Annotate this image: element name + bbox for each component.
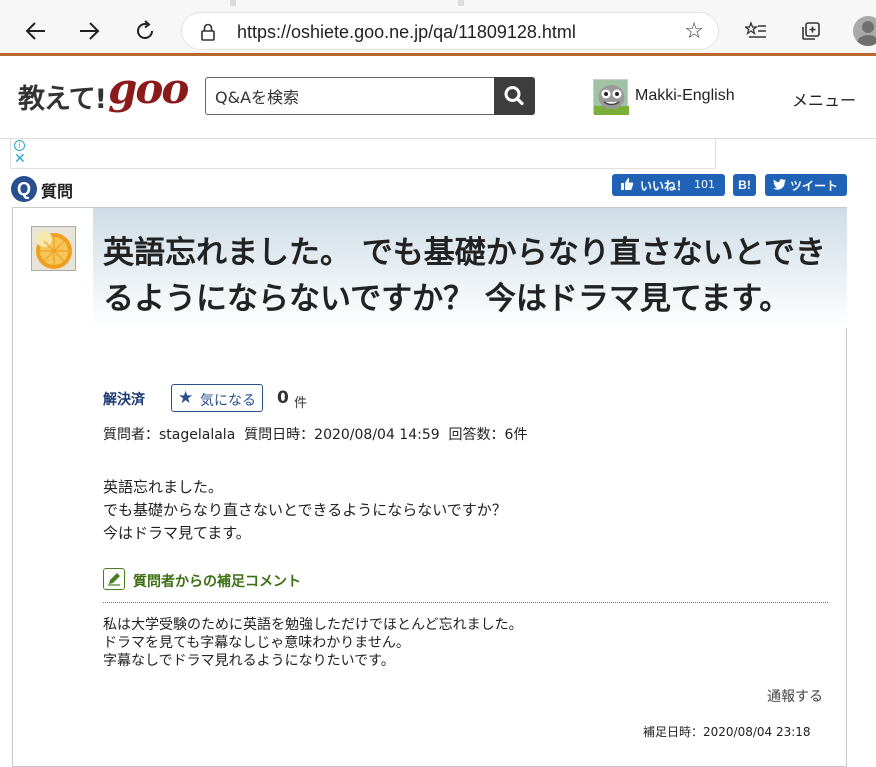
supplement-line: ドラマを見ても字幕なしじゃ意味わかりません。 bbox=[103, 635, 410, 651]
question-title: 英語忘れました。 でも基礎からなり直さないとできるようにならないですか？ 今はド… bbox=[103, 235, 826, 317]
favorites-list-icon bbox=[745, 21, 766, 38]
back-button[interactable] bbox=[20, 16, 50, 46]
twitter-bird-icon bbox=[773, 179, 786, 190]
question-body-line: 今はドラマ見てます。 bbox=[103, 524, 251, 542]
browser-toolbar: https://oshiete.goo.ne.jp/qa/11809128.ht… bbox=[0, 6, 876, 56]
orange-slice-avatar-icon bbox=[32, 227, 75, 270]
supplement-text: 私は大学受験のために英語を勉強しただけでほとんど忘れました。 ドラマを見ても字幕… bbox=[103, 616, 523, 670]
forward-arrow-icon bbox=[80, 22, 100, 40]
watch-count: 0 bbox=[277, 388, 289, 408]
question-panel: 英語忘れました。 でも基礎からなり直さないとできるようにならないですか？ 今はド… bbox=[12, 207, 847, 767]
favorites-list-button[interactable] bbox=[743, 18, 769, 44]
collections-button[interactable] bbox=[798, 18, 824, 44]
favorite-star-icon[interactable]: ☆ bbox=[684, 19, 704, 44]
supplement-heading: 質問者からの補足コメント bbox=[133, 574, 301, 590]
like-count: 101 bbox=[694, 178, 715, 191]
watch-label: 気になる bbox=[200, 393, 256, 409]
url-text[interactable]: https://oshiete.goo.ne.jp/qa/11809128.ht… bbox=[237, 22, 576, 43]
back-arrow-icon bbox=[25, 22, 45, 40]
pencil-icon bbox=[103, 568, 125, 590]
divider bbox=[103, 602, 828, 603]
supplement-date: 補足日時：2020/08/04 23:18 bbox=[643, 725, 811, 739]
watch-button[interactable]: ★ 気になる bbox=[171, 384, 263, 412]
refresh-button[interactable] bbox=[130, 16, 160, 46]
search-icon bbox=[504, 86, 524, 106]
star-icon: ★ bbox=[178, 388, 194, 408]
supplement-line: 私は大学受験のために英語を勉強しただけでほとんど忘れました。 bbox=[103, 617, 523, 633]
ad-banner[interactable]: i ✕ bbox=[10, 139, 716, 169]
like-button[interactable]: いいね！ 101 bbox=[612, 174, 725, 196]
ad-info-icon[interactable]: i bbox=[14, 140, 25, 151]
question-body: 英語忘れました。 でも基礎からなり直さないとできるようにならないですか？ 今はド… bbox=[103, 476, 507, 545]
question-body-line: でも基礎からなり直さないとできるようにならないですか？ bbox=[103, 501, 507, 519]
user-avatar[interactable] bbox=[593, 79, 629, 115]
question-section-label: 質問 bbox=[41, 182, 74, 201]
lock-icon[interactable] bbox=[200, 23, 216, 41]
search-input[interactable]: Q&Aを検索 bbox=[215, 84, 299, 108]
watch-count-unit: 件 bbox=[294, 396, 308, 411]
question-meta: 質問者：stagelalala 質問日時：2020/08/04 14:59 回答… bbox=[103, 427, 528, 443]
browser-profile-avatar[interactable] bbox=[853, 16, 876, 46]
tweet-label: ツイート bbox=[790, 179, 839, 193]
resolved-status: 解決済 bbox=[103, 392, 145, 408]
hatena-bookmark-button[interactable]: B! bbox=[733, 174, 756, 196]
refresh-icon bbox=[137, 20, 153, 39]
supplement-line: 字幕なしでドラマ見れるようになりたいです。 bbox=[103, 653, 395, 669]
logo-text-jp[interactable]: 教えて! bbox=[18, 77, 107, 116]
forward-button[interactable] bbox=[75, 16, 105, 46]
search-box[interactable]: Q&Aを検索 bbox=[205, 77, 535, 115]
tweet-button[interactable]: ツイート bbox=[765, 174, 847, 196]
username[interactable]: Makki-English bbox=[635, 87, 735, 105]
collections-icon bbox=[802, 22, 820, 40]
like-label: いいね！ bbox=[640, 179, 689, 193]
question-body-line: 英語忘れました。 bbox=[103, 478, 224, 496]
report-link[interactable]: 通報する bbox=[767, 686, 823, 706]
search-button[interactable] bbox=[494, 77, 535, 115]
logo-goo[interactable]: goo bbox=[108, 64, 189, 113]
questioner-avatar[interactable] bbox=[31, 226, 76, 271]
address-bar[interactable]: https://oshiete.goo.ne.jp/qa/11809128.ht… bbox=[181, 12, 719, 50]
menu-link[interactable]: メニュー bbox=[792, 87, 856, 111]
thumbs-up-icon bbox=[621, 178, 634, 190]
owl-avatar-icon bbox=[594, 85, 629, 115]
question-icon: Q bbox=[11, 176, 37, 202]
site-header: 教えて! goo Q&Aを検索 Makki-English メニュー bbox=[0, 59, 876, 139]
ad-close-icon[interactable]: ✕ bbox=[14, 151, 26, 167]
